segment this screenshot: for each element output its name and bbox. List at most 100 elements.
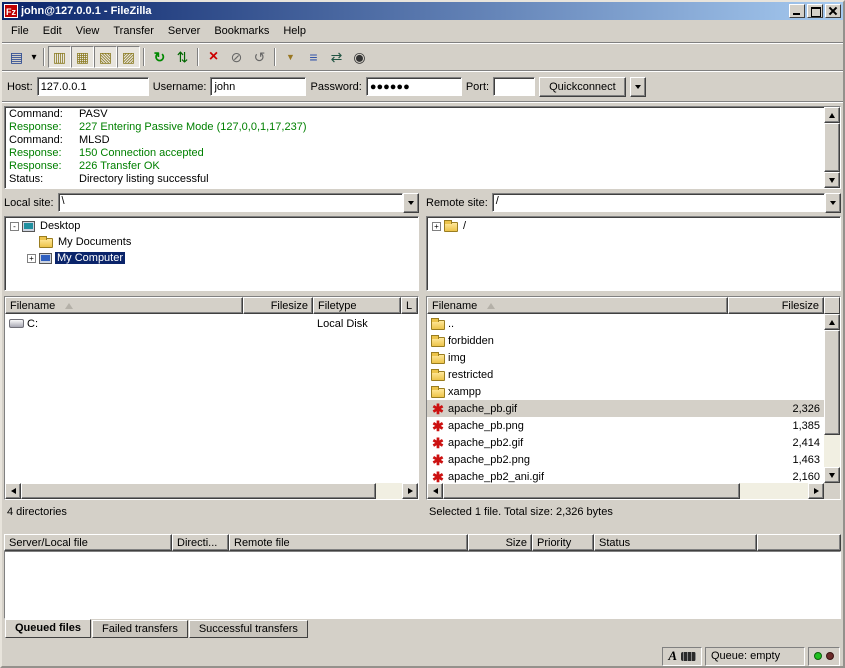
local-site-dropdown-icon[interactable] (403, 193, 419, 213)
column-header-lastmodified[interactable]: L (401, 297, 418, 314)
file-row[interactable]: C:Local Disk (5, 315, 418, 332)
synchronized-browsing-icon[interactable] (325, 46, 348, 68)
local-hscrollbar[interactable] (5, 483, 418, 499)
menu-bookmarks[interactable]: Bookmarks (207, 22, 276, 40)
file-row[interactable]: apache_pb2_ani.gif2,160 (427, 468, 824, 483)
file-icon (431, 420, 445, 432)
filter-icon[interactable] (279, 46, 302, 68)
menu-view[interactable]: View (69, 22, 107, 40)
tab-failed-transfers[interactable]: Failed transfers (92, 620, 188, 638)
file-row[interactable]: restricted (427, 366, 824, 383)
site-manager-dropdown-icon[interactable] (28, 46, 40, 68)
log-scrollbar[interactable] (824, 107, 840, 188)
disconnect-icon[interactable] (225, 46, 248, 68)
maximize-icon[interactable] (807, 4, 823, 18)
queue-body[interactable] (4, 551, 841, 619)
remote-site-dropdown-icon[interactable] (825, 193, 841, 213)
menu-help[interactable]: Help (276, 22, 313, 40)
queue-column-header[interactable]: Size (468, 534, 532, 551)
remote-site-value[interactable]: / (492, 193, 825, 212)
queue-column-header[interactable]: Status (594, 534, 757, 551)
header-stub (824, 297, 840, 314)
file-row[interactable]: apache_pb.gif2,326 (427, 400, 824, 417)
tree-item[interactable]: - Desktop (5, 218, 418, 234)
queue-column-header[interactable]: Priority (532, 534, 594, 551)
scroll-down-icon[interactable] (824, 172, 840, 188)
file-row[interactable]: apache_pb2.gif2,414 (427, 434, 824, 451)
tree-collapse-icon[interactable]: - (10, 222, 19, 231)
column-header-filename[interactable]: Filename (427, 297, 728, 314)
tree-item[interactable]: +/ (427, 218, 840, 234)
scrollbar-thumb[interactable] (443, 483, 740, 499)
reconnect-icon[interactable] (248, 46, 271, 68)
scrollbar-thumb[interactable] (824, 330, 840, 435)
file-row[interactable]: forbidden (427, 332, 824, 349)
column-header-filetype[interactable]: Filetype (313, 297, 401, 314)
toggle-queue-icon[interactable] (117, 46, 140, 68)
find-files-icon[interactable] (348, 46, 371, 68)
menu-server[interactable]: Server (161, 22, 207, 40)
menu-file[interactable]: File (4, 22, 36, 40)
tree-item[interactable]: My Documents (5, 234, 418, 250)
toggle-remote-tree-icon[interactable] (94, 46, 117, 68)
menu-transfer[interactable]: Transfer (106, 22, 161, 40)
tree-expand-icon[interactable]: + (432, 222, 441, 231)
cancel-operation-icon[interactable] (202, 46, 225, 68)
toggle-local-tree-icon[interactable] (71, 46, 94, 68)
file-row[interactable]: img (427, 349, 824, 366)
quickconnect-dropdown-icon[interactable] (630, 77, 646, 97)
scroll-left-icon[interactable] (427, 483, 443, 499)
folder-icon (444, 222, 458, 232)
file-row[interactable]: .. (427, 315, 824, 332)
minimize-icon[interactable] (789, 4, 805, 18)
process-queue-icon[interactable] (171, 46, 194, 68)
port-input[interactable] (493, 77, 535, 96)
scroll-up-icon[interactable] (824, 107, 840, 123)
title-bar[interactable]: Fz john@127.0.0.1 - FileZilla (2, 2, 843, 20)
toggle-message-log-icon[interactable] (48, 46, 71, 68)
tree-item[interactable]: +My Computer (5, 250, 418, 266)
refresh-icon[interactable] (148, 46, 171, 68)
tree-item-label: Desktop (38, 220, 82, 232)
quickconnect-button[interactable]: Quickconnect (539, 77, 626, 97)
host-input[interactable] (37, 77, 149, 96)
queue-column-header[interactable]: Directi... (172, 534, 229, 551)
remote-vscrollbar[interactable] (824, 314, 840, 483)
menu-edit[interactable]: Edit (36, 22, 69, 40)
toolbar-separator (43, 48, 45, 66)
scroll-left-icon[interactable] (5, 483, 21, 499)
remote-hscrollbar[interactable] (427, 483, 840, 499)
queue-tabs: Queued filesFailed transfersSuccessful t… (2, 619, 843, 640)
filename-text: apache_pb2.gif (448, 437, 523, 449)
local-site-combo[interactable]: \ (58, 193, 419, 213)
queue-column-header[interactable]: Server/Local file (4, 534, 172, 551)
file-row[interactable]: apache_pb2.png1,463 (427, 451, 824, 468)
queue-column-header[interactable]: Remote file (229, 534, 468, 551)
password-input[interactable] (366, 77, 462, 96)
column-header-filename[interactable]: Filename (5, 297, 243, 314)
file-row[interactable]: xampp (427, 383, 824, 400)
scrollbar-thumb[interactable] (21, 483, 376, 499)
tab-successful-transfers[interactable]: Successful transfers (189, 620, 308, 638)
scroll-down-icon[interactable] (824, 467, 840, 483)
message-log: Command:PASVResponse:227 Entering Passiv… (4, 106, 841, 189)
tab-queued-files[interactable]: Queued files (5, 619, 91, 638)
scroll-right-icon[interactable] (808, 483, 824, 499)
local-site-value[interactable]: \ (58, 193, 403, 212)
file-row[interactable]: apache_pb.png1,385 (427, 417, 824, 434)
log-entry-message: 226 Transfer OK (79, 160, 160, 173)
column-header-filesize[interactable]: Filesize (728, 297, 824, 314)
close-icon[interactable] (825, 4, 841, 18)
remote-site-combo[interactable]: / (492, 193, 841, 213)
username-input[interactable] (210, 77, 306, 96)
scroll-up-icon[interactable] (824, 314, 840, 330)
file-panes: Local site: \ -DesktopMy Documents+My Co… (2, 189, 843, 525)
tree-expand-icon[interactable]: + (27, 254, 36, 263)
column-header-filesize[interactable]: Filesize (243, 297, 313, 314)
directory-comparison-icon[interactable] (302, 46, 325, 68)
scroll-right-icon[interactable] (402, 483, 418, 499)
scrollbar-thumb[interactable] (824, 123, 840, 172)
filename-text: forbidden (448, 335, 494, 347)
local-list-header: Filename Filesize Filetype L (5, 297, 418, 314)
site-manager-icon[interactable] (5, 46, 28, 68)
